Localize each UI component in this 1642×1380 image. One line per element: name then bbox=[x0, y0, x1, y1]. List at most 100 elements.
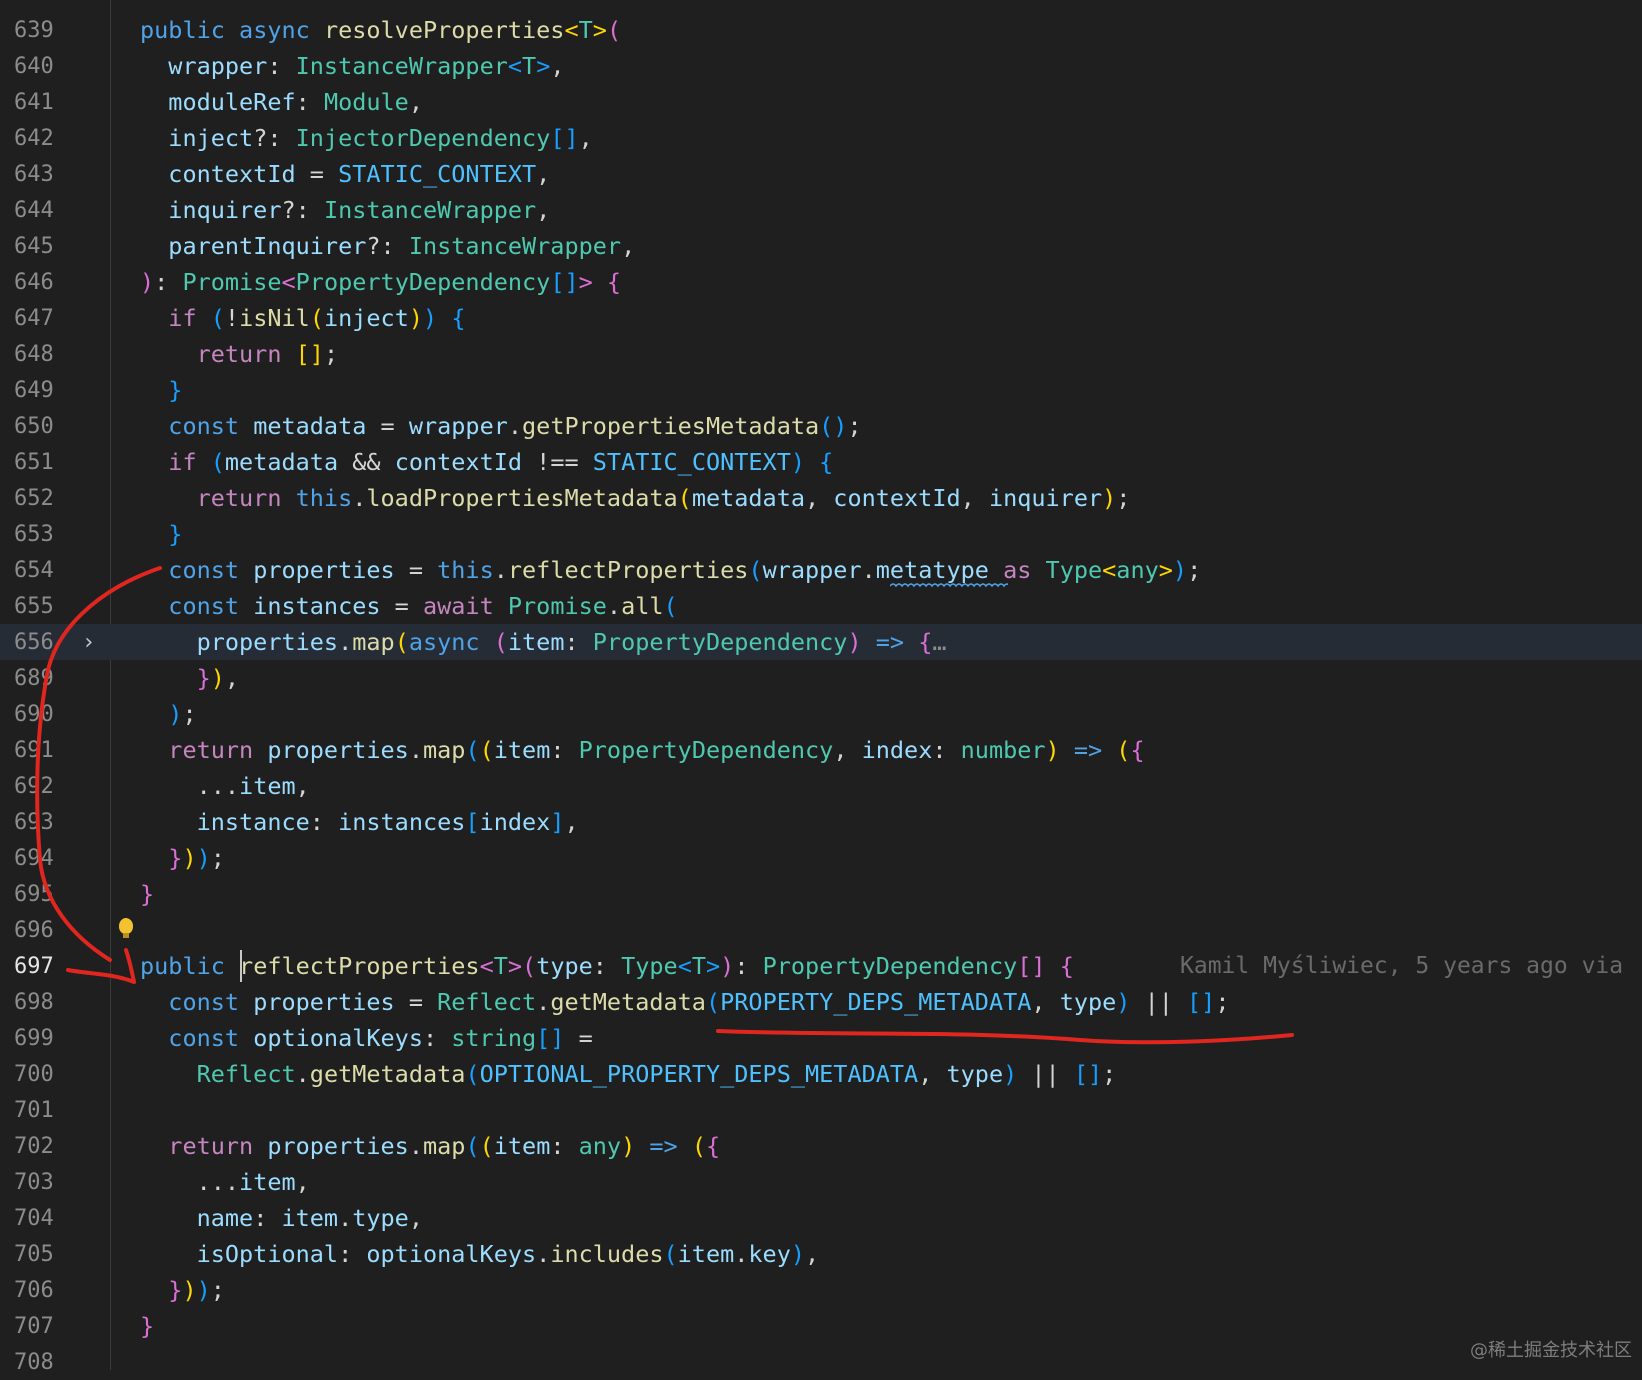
code-token: STATIC_CONTEXT bbox=[338, 160, 537, 188]
code-token: if bbox=[140, 448, 211, 476]
code-token: : bbox=[338, 1240, 367, 1268]
code-token: contextId bbox=[833, 484, 961, 512]
code-token: , bbox=[833, 736, 862, 764]
code-line[interactable]: 689 }), bbox=[0, 660, 1642, 696]
code-token: : bbox=[564, 628, 593, 656]
code-line[interactable]: 690 ); bbox=[0, 696, 1642, 732]
code-token: , bbox=[408, 88, 423, 116]
code-line[interactable]: 642 inject?: InjectorDependency[], bbox=[0, 120, 1642, 156]
code-token: T bbox=[691, 952, 706, 980]
code-line[interactable]: 697 public reflectProperties<T>(type: Typ… bbox=[0, 948, 1642, 984]
line-number: 692 bbox=[14, 773, 54, 799]
code-token: ; bbox=[210, 1276, 225, 1304]
code-line[interactable]: 703 ...item, bbox=[0, 1164, 1642, 1200]
code-line[interactable]: 701 bbox=[0, 1092, 1642, 1128]
code-line[interactable]: 644 inquirer?: InstanceWrapper, bbox=[0, 192, 1642, 228]
code-token: ( bbox=[465, 1060, 480, 1088]
code-token: = bbox=[564, 1024, 593, 1052]
code-line[interactable]: 655 const instances = await Promise.all( bbox=[0, 588, 1642, 624]
code-token: { bbox=[437, 304, 466, 332]
code-line[interactable]: 699 const optionalKeys: string[] = bbox=[0, 1020, 1642, 1056]
code-text: Reflect.getMetadata(OPTIONAL_PROPERTY_DE… bbox=[140, 1060, 1117, 1088]
code-line[interactable]: 695} bbox=[0, 876, 1642, 912]
code-line[interactable]: 649 } bbox=[0, 372, 1642, 408]
code-line[interactable]: 706 })); bbox=[0, 1272, 1642, 1308]
lightbulb-icon[interactable] bbox=[119, 918, 133, 938]
code-token: , bbox=[408, 1204, 423, 1232]
code-line[interactable]: 702 return properties.map((item: any) =>… bbox=[0, 1128, 1642, 1164]
code-line[interactable]: 641 moduleRef: Module, bbox=[0, 84, 1642, 120]
code-line[interactable]: 694 })); bbox=[0, 840, 1642, 876]
code-token: ( bbox=[691, 1132, 706, 1160]
code-text: const properties = this.reflectPropertie… bbox=[140, 556, 1201, 584]
code-token: ) bbox=[847, 628, 862, 656]
code-line[interactable]: 707} bbox=[0, 1308, 1642, 1344]
code-token: await bbox=[422, 592, 508, 620]
code-token: const bbox=[140, 412, 254, 440]
code-line[interactable]: 692 ...item, bbox=[0, 768, 1642, 804]
code-token: return bbox=[140, 1132, 268, 1160]
code-text: ): Promise<PropertyDependency[]> { bbox=[140, 268, 621, 296]
code-token: item bbox=[281, 1204, 339, 1232]
code-line[interactable]: 704 name: item.type, bbox=[0, 1200, 1642, 1236]
line-number: 655 bbox=[14, 593, 54, 619]
code-text: })); bbox=[140, 844, 225, 872]
code-token: all bbox=[621, 592, 664, 620]
line-number: 650 bbox=[14, 413, 54, 439]
code-token: { bbox=[592, 268, 622, 296]
line-number: 640 bbox=[14, 53, 54, 79]
code-line[interactable]: 705 isOptional: optionalKeys.includes(it… bbox=[0, 1236, 1642, 1272]
code-token: any bbox=[1116, 556, 1159, 584]
code-line[interactable]: 696 bbox=[0, 912, 1642, 948]
code-line[interactable]: 646 ): Promise<PropertyDependency[]> { bbox=[0, 264, 1642, 300]
code-line[interactable]: 652 return this.loadPropertiesMetadata(m… bbox=[0, 480, 1642, 516]
code-token: map bbox=[422, 1132, 466, 1160]
code-text: moduleRef: Module, bbox=[140, 88, 423, 116]
code-token: : bbox=[550, 1132, 579, 1160]
code-token: , bbox=[621, 232, 636, 260]
code-line[interactable]: 648 return []; bbox=[0, 336, 1642, 372]
code-token: getMetadata bbox=[309, 1060, 466, 1088]
code-line[interactable]: 643 contextId = STATIC_CONTEXT, bbox=[0, 156, 1642, 192]
code-token: PROPERTY_DEPS_METADATA bbox=[720, 988, 1032, 1016]
code-token: reflectProperties bbox=[507, 556, 749, 584]
line-number: 646 bbox=[14, 269, 54, 295]
code-text: })); bbox=[140, 1276, 225, 1304]
code-token: < bbox=[507, 52, 523, 80]
code-token: [] bbox=[550, 124, 579, 152]
code-editor[interactable]: 639 public async resolveProperties<T>(640… bbox=[0, 0, 1642, 1375]
code-line[interactable]: 651 if (metadata && contextId !== STATIC… bbox=[0, 444, 1642, 480]
line-number: 652 bbox=[14, 485, 54, 511]
code-token: metadata bbox=[691, 484, 805, 512]
code-token: [] bbox=[536, 1024, 565, 1052]
code-line[interactable]: 653 } bbox=[0, 516, 1642, 552]
code-token: ] bbox=[550, 808, 565, 836]
chevron-right-icon[interactable]: › bbox=[82, 630, 95, 655]
code-token: < bbox=[564, 16, 579, 44]
code-token: : bbox=[154, 268, 183, 296]
code-token: ; bbox=[210, 844, 225, 872]
code-text: } bbox=[140, 520, 182, 548]
code-token: Type bbox=[621, 952, 678, 980]
code-token: , bbox=[960, 484, 989, 512]
code-token: ( bbox=[663, 1240, 678, 1268]
line-number: 691 bbox=[14, 737, 54, 763]
code-line[interactable]: 650 const metadata = wrapper.getProperti… bbox=[0, 408, 1642, 444]
code-line[interactable]: 700 Reflect.getMetadata(OPTIONAL_PROPERT… bbox=[0, 1056, 1642, 1092]
code-line[interactable]: 656 properties.map(async (item: Property… bbox=[0, 624, 1642, 660]
code-line[interactable]: 708 bbox=[0, 1344, 1642, 1380]
code-line[interactable]: 654 const properties = this.reflectPrope… bbox=[0, 552, 1642, 588]
code-text: public reflectProperties<T>(type: Type<T… bbox=[140, 952, 1074, 980]
code-token: ?: bbox=[253, 124, 296, 152]
code-token: ( bbox=[465, 736, 480, 764]
code-line[interactable]: 645 parentInquirer?: InstanceWrapper, bbox=[0, 228, 1642, 264]
code-line[interactable]: 639 public async resolveProperties<T>( bbox=[0, 12, 1642, 48]
code-token: key bbox=[748, 1240, 791, 1268]
code-line[interactable]: 647 if (!isNil(inject)) { bbox=[0, 300, 1642, 336]
code-line[interactable]: 693 instance: instances[index], bbox=[0, 804, 1642, 840]
code-line[interactable]: 691 return properties.map((item: Propert… bbox=[0, 732, 1642, 768]
code-token: , bbox=[224, 664, 240, 692]
code-token: Promise bbox=[507, 592, 607, 620]
code-line[interactable]: 698 const properties = Reflect.getMetada… bbox=[0, 984, 1642, 1020]
code-line[interactable]: 640 wrapper: InstanceWrapper<T>, bbox=[0, 48, 1642, 84]
